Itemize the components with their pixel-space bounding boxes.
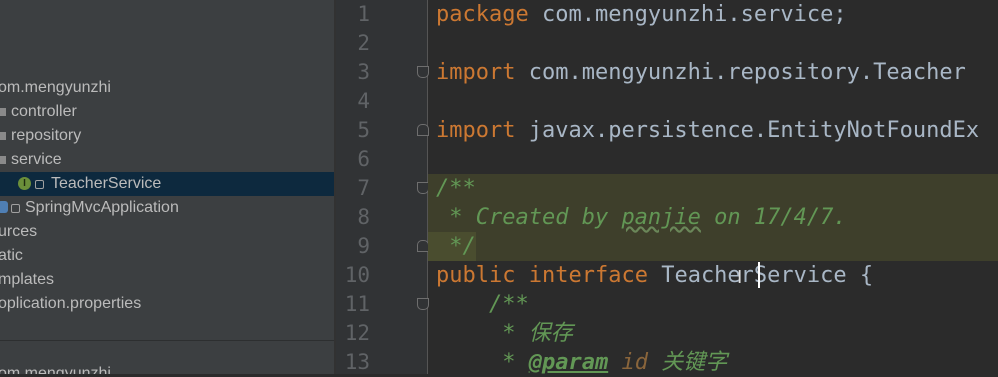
line-number: 7 xyxy=(357,176,370,200)
code-line[interactable]: */ xyxy=(436,232,476,261)
keyword: package xyxy=(436,2,529,27)
line-number: 3 xyxy=(357,60,370,84)
fold-marker-icon[interactable] xyxy=(417,298,429,310)
code-text: javax.persistence.EntityNotFoundEx xyxy=(515,118,980,143)
doc-comment: * xyxy=(436,350,529,375)
code-line[interactable]: import javax.persistence.EntityNotFoundE… xyxy=(436,116,979,145)
tree-item-label: om.mengyunzhi xyxy=(0,365,111,374)
line-number: 5 xyxy=(357,118,370,142)
type-name: TeacherService xyxy=(661,263,847,288)
tree-item-templates[interactable]: mplates xyxy=(0,268,334,292)
lock-icon xyxy=(35,180,44,189)
line-number: 1 xyxy=(357,2,370,26)
package-icon xyxy=(0,132,6,140)
code-text: { xyxy=(846,263,874,288)
fold-marker-icon[interactable] xyxy=(417,124,429,136)
tree-item-springmvcapplication[interactable]: SpringMvcApplication xyxy=(0,196,334,220)
tree-item-label: atic xyxy=(0,247,23,264)
panel-divider xyxy=(0,340,334,341)
doc-comment: 关键字 xyxy=(647,350,728,375)
code-line[interactable]: /** xyxy=(436,174,476,203)
tree-item-partial[interactable]: om.mengyunzhi xyxy=(0,362,334,374)
package-icon xyxy=(0,156,6,164)
doc-tag: @param xyxy=(528,350,609,375)
tree-item-label: service xyxy=(11,151,62,168)
code-text: com.mengyunzhi.repository.Teacher xyxy=(515,60,966,85)
line-number: 8 xyxy=(357,205,370,229)
keyword: import xyxy=(436,118,516,143)
code-line[interactable]: /** xyxy=(436,290,529,319)
ibeam-cursor-icon: I xyxy=(737,267,743,288)
tree-item-resources[interactable]: urces xyxy=(0,220,334,244)
keyword: public xyxy=(436,263,516,288)
text-caret xyxy=(758,262,760,288)
code-line[interactable]: package com.mengyunzhi.service; xyxy=(436,0,847,29)
doc-comment: * Created by xyxy=(436,205,622,230)
spring-class-icon xyxy=(0,201,8,213)
keyword: interface xyxy=(528,263,648,288)
line-number: 13 xyxy=(344,350,370,374)
code-line[interactable]: public interface TeacherService { xyxy=(436,261,873,290)
lock-icon xyxy=(11,204,20,213)
line-number: 2 xyxy=(357,31,370,55)
keyword: import xyxy=(436,60,516,85)
doc-comment: * 保存 xyxy=(436,321,573,346)
tree-item-label: mplates xyxy=(0,271,55,288)
code-text: com.mengyunzhi.service; xyxy=(528,2,847,27)
doc-comment-typo: panjie xyxy=(621,205,701,230)
line-number: 10 xyxy=(344,263,370,287)
tree-item-application-properties[interactable]: oplication.properties xyxy=(0,292,334,316)
tree-item-label: oplication.properties xyxy=(0,295,142,312)
code-line[interactable]: * 保存 xyxy=(436,319,573,348)
line-number: 4 xyxy=(357,89,370,113)
doc-comment: /** xyxy=(436,176,476,201)
code-line[interactable]: * @param id 关键字 xyxy=(436,348,727,377)
tree-item-label: SpringMvcApplication xyxy=(25,199,179,216)
tree-item-label: TeacherService xyxy=(51,175,162,192)
code-line[interactable]: * Created by panjie on 17/4/7. xyxy=(436,203,847,232)
doc-comment: /** xyxy=(436,292,529,317)
tree-item-label: urces xyxy=(0,223,38,240)
doc-comment: */ xyxy=(436,234,476,259)
doc-comment: on 17/4/7. xyxy=(700,205,847,230)
tree-item-label: repository xyxy=(11,127,82,144)
line-number: 11 xyxy=(344,292,370,316)
tree-item-label: controller xyxy=(11,103,77,120)
tree-item-static[interactable]: atic xyxy=(0,244,334,268)
interface-icon: I xyxy=(18,177,31,190)
line-number: 12 xyxy=(344,321,370,345)
package-icon xyxy=(0,108,6,116)
tree-item-label: om.mengyunzhi xyxy=(0,79,111,96)
tree-item-package-root[interactable]: om.mengyunzhi xyxy=(0,76,334,100)
tree-item-controller[interactable]: controller xyxy=(0,100,334,124)
line-number: 9 xyxy=(357,234,370,258)
doc-param: id xyxy=(608,350,648,375)
fold-marker-icon[interactable] xyxy=(417,66,429,78)
project-tree-panel: om.mengyunzhi controller repository serv… xyxy=(0,0,334,374)
tree-item-teacherservice[interactable]: I TeacherService xyxy=(0,172,334,196)
tree-item-repository[interactable]: repository xyxy=(0,124,334,148)
tree-item-service[interactable]: service xyxy=(0,148,334,172)
line-number: 6 xyxy=(357,147,370,171)
code-line[interactable]: import com.mengyunzhi.repository.Teacher xyxy=(436,58,966,87)
